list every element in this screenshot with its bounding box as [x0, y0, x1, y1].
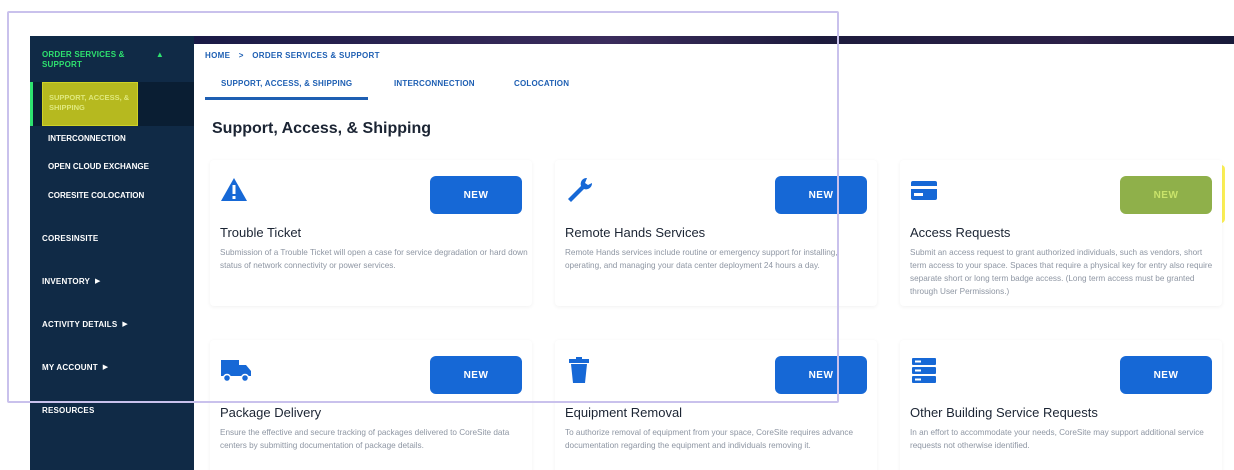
card-equipment-removal: NEW Equipment Removal To authorize remov…: [555, 340, 877, 470]
caret-right-icon: ▶: [95, 278, 101, 285]
warning-icon: [220, 176, 248, 204]
sidebar-item-label: INTERCONNECTION: [48, 134, 126, 143]
card-description: Remote Hands services include routine or…: [565, 248, 838, 270]
trash-icon: [565, 356, 593, 384]
sidebar-section-coresinsite[interactable]: CORESINSITE: [30, 228, 194, 248]
sidebar-item-support-access-shipping[interactable]: SUPPORT, ACCESS, & SHIPPING: [42, 82, 138, 126]
breadcrumb: HOME > ORDER SERVICES & SUPPORT: [205, 51, 380, 60]
card-remote-hands: NEW Remote Hands Services Remote Hands s…: [555, 160, 877, 306]
breadcrumb-current[interactable]: ORDER SERVICES & SUPPORT: [252, 51, 380, 60]
card-title: Trouble Ticket: [220, 225, 302, 240]
card-title: Package Delivery: [220, 405, 322, 420]
card-description: Submission of a Trouble Ticket will open…: [220, 248, 528, 270]
tab-interconnection[interactable]: INTERCONNECTION: [394, 76, 475, 100]
card-description: Ensure the effective and secure tracking…: [220, 428, 510, 450]
sidebar-item-label: CORESITE COLOCATION: [48, 191, 145, 200]
sidebar-item-open-cloud-exchange[interactable]: OPEN CLOUD EXCHANGE: [48, 162, 149, 171]
card-title: Access Requests: [910, 225, 1011, 240]
sidebar-item-label: OPEN CLOUD EXCHANGE: [48, 162, 149, 171]
sidebar-section-label: ACTIVITY DETAILS: [42, 319, 118, 329]
card-description: To authorize removal of equipment from y…: [565, 428, 854, 450]
card-description: In an effort to accommodate your needs, …: [910, 428, 1204, 450]
card-description: Submit an access request to grant author…: [910, 248, 1213, 296]
caret-right-icon: ▶: [102, 364, 109, 371]
new-remote-hands-button[interactable]: NEW: [775, 176, 867, 214]
sidebar-item-label: SUPPORT, ACCESS, & SHIPPING: [49, 93, 130, 112]
new-equipment-removal-button[interactable]: NEW: [775, 356, 867, 394]
tab-label: COLOCATION: [514, 79, 570, 88]
sidebar-section-order-services[interactable]: ORDER SERVICES & SUPPORT ▲: [30, 50, 194, 82]
server-icon: [910, 356, 938, 384]
sidebar-item-interconnection[interactable]: INTERCONNECTION: [48, 134, 126, 143]
new-package-delivery-button[interactable]: NEW: [430, 356, 522, 394]
sidebar-section-my-account[interactable]: MY ACCOUNT ▶: [30, 357, 194, 377]
sidebar-section-activity-details[interactable]: ACTIVITY DETAILS ▶: [30, 314, 194, 334]
card-title: Equipment Removal: [565, 405, 683, 420]
sidebar-section-resources[interactable]: RESOURCES: [30, 400, 194, 420]
tab-label: INTERCONNECTION: [394, 79, 475, 88]
tab-colocation[interactable]: COLOCATION: [514, 76, 569, 100]
sidebar-section-label: MY ACCOUNT: [42, 362, 98, 372]
breadcrumb-home-link[interactable]: HOME: [205, 51, 230, 60]
card-other-building-services: NEW Other Building Service Requests In a…: [900, 340, 1222, 470]
tab-support-access-shipping[interactable]: SUPPORT, ACCESS, & SHIPPING: [205, 76, 369, 100]
page-title: Support, Access, & Shipping: [212, 120, 431, 137]
breadcrumb-separator: >: [238, 51, 244, 60]
new-other-service-request-button[interactable]: NEW: [1120, 356, 1212, 394]
header-banner: [194, 36, 1234, 44]
tab-label: SUPPORT, ACCESS, & SHIPPING: [221, 79, 353, 88]
card-title: Remote Hands Services: [565, 225, 706, 240]
new-trouble-ticket-button[interactable]: NEW: [430, 176, 522, 214]
sidebar-item-coresite-colocation[interactable]: CORESITE COLOCATION: [48, 191, 144, 200]
new-access-request-button[interactable]: NEW: [1120, 176, 1212, 214]
caret-right-icon: ▶: [122, 321, 128, 328]
id-card-icon: [910, 176, 938, 204]
sidebar-section-label: INVENTORY: [42, 276, 91, 286]
caret-up-icon: ▲: [155, 50, 164, 59]
sidebar-section-inventory[interactable]: INVENTORY ▶: [30, 271, 194, 291]
card-trouble-ticket: NEW Trouble Ticket Submission of a Troub…: [210, 160, 532, 306]
truck-icon: [220, 356, 251, 384]
sidebar: ORDER SERVICES & SUPPORT ▲ SUPPORT, ACCE…: [30, 36, 194, 470]
wrench-icon: [565, 176, 593, 204]
sidebar-section-label: CORESINSITE: [42, 233, 99, 243]
sidebar-section-label: ORDER SERVICES & SUPPORT: [42, 50, 125, 69]
card-access-requests: NEW Access Requests Submit an access req…: [900, 160, 1222, 306]
card-title: Other Building Service Requests: [910, 405, 1098, 420]
card-package-delivery: NEW Package Delivery Ensure the effectiv…: [210, 340, 532, 470]
sidebar-section-label: RESOURCES: [42, 405, 95, 415]
